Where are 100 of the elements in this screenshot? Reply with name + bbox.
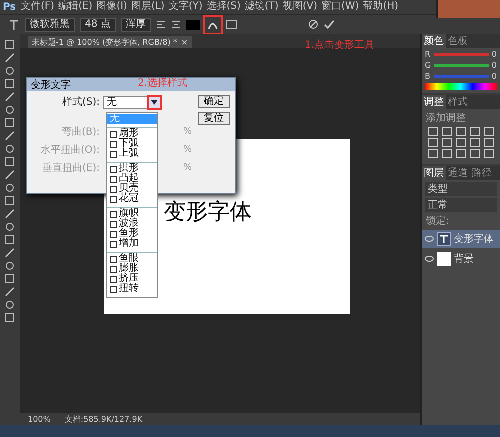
slider-label: 垂直扭曲(E): — [42, 162, 100, 175]
tool-icon[interactable] — [4, 40, 16, 50]
tool-icon[interactable] — [4, 313, 16, 323]
layer-row[interactable]: 变形字体 — [422, 230, 500, 248]
percent-label: % — [183, 163, 192, 173]
style-option[interactable]: 贝壳 — [107, 184, 157, 194]
annotation-text: 1.点击变形工具 — [305, 38, 375, 52]
panel-tab[interactable]: 色板 — [446, 34, 470, 48]
canvas-text: 变形字体 — [164, 200, 252, 225]
tool-icon[interactable] — [4, 66, 16, 76]
style-label: 样式(S): — [61, 96, 100, 109]
panel-icon[interactable] — [226, 20, 238, 30]
channel-label: B — [425, 72, 430, 81]
zoom-level: 100% — [28, 414, 51, 424]
tool-icon[interactable] — [4, 183, 16, 193]
text-tool-icon[interactable] — [8, 18, 20, 30]
style-option[interactable]: 下弧 — [107, 139, 157, 149]
menu-item[interactable]: 图层(L) — [131, 1, 165, 13]
tool-icon[interactable] — [4, 261, 16, 271]
panel-tab[interactable]: 样式 — [446, 95, 470, 109]
align-center-icon[interactable] — [170, 20, 181, 30]
eye-icon[interactable] — [425, 256, 434, 262]
tool-icon[interactable] — [4, 131, 16, 141]
channel-value: 0 — [492, 61, 497, 70]
lock-label: 锁定: — [425, 214, 450, 228]
panel-tab[interactable]: 颜色 — [422, 34, 446, 48]
menu-item[interactable]: 选择(S) — [206, 1, 241, 13]
style-option[interactable]: 增加 — [107, 239, 157, 249]
style-option[interactable]: 上弧 — [107, 149, 157, 159]
style-option[interactable]: 波浪 — [107, 219, 157, 229]
tool-icon[interactable] — [4, 287, 16, 297]
percent-label: % — [183, 145, 192, 155]
style-option[interactable]: 膨胀 — [107, 264, 157, 274]
tool-icon[interactable] — [4, 248, 16, 258]
document-tab[interactable]: 未标题-1 @ 100% (变形字体, RGB/8) * × — [28, 36, 192, 48]
menu-item[interactable]: 编辑(E) — [58, 1, 93, 13]
channel-value: 0 — [492, 72, 497, 81]
channel-slider[interactable] — [434, 53, 489, 56]
channel-label: R — [425, 50, 431, 59]
caret-icon[interactable] — [151, 100, 158, 104]
dialog-button[interactable]: 复位 — [198, 112, 230, 125]
style-option[interactable]: 凸起 — [107, 174, 157, 184]
style-option[interactable]: 挤压 — [107, 274, 157, 284]
style-option[interactable]: 鱼眼 — [107, 254, 157, 264]
slider-label: 弯曲(B): — [60, 126, 100, 139]
align-left-icon[interactable] — [156, 20, 166, 30]
panel-tab[interactable]: 调整 — [422, 95, 446, 109]
color-spectrum[interactable] — [425, 83, 497, 90]
text-layer-icon — [437, 232, 451, 246]
font-family-field[interactable]: 微软雅黑 — [25, 18, 75, 32]
eye-icon[interactable] — [425, 236, 434, 242]
tool-icon[interactable] — [4, 92, 16, 102]
tool-icon[interactable] — [4, 144, 16, 154]
adjustment-icons-drawing[interactable] — [427, 127, 497, 161]
tool-icon[interactable] — [4, 235, 16, 245]
style-option[interactable]: 扭转 — [107, 284, 157, 294]
layer-filter-field[interactable]: 类型 — [425, 182, 497, 196]
channel-value: 0 — [492, 50, 497, 59]
style-option[interactable]: 扇形 — [107, 129, 157, 139]
tool-icon[interactable] — [4, 222, 16, 232]
antialias-field[interactable]: 浑厚 — [120, 18, 151, 32]
menu-item[interactable]: 窗口(W) — [321, 1, 360, 13]
menu-item[interactable]: 文件(F) — [21, 1, 55, 13]
panel-tab[interactable]: 图层 — [422, 166, 446, 180]
menu-item[interactable]: 帮助(H) — [363, 1, 399, 13]
menu-item[interactable]: 文字(Y) — [168, 1, 203, 13]
color-swatch-icon[interactable] — [186, 20, 200, 30]
style-option[interactable]: 拱形 — [107, 164, 157, 174]
tool-icon[interactable] — [4, 300, 16, 310]
warp-text-button[interactable] — [204, 16, 221, 32]
channel-slider[interactable] — [434, 64, 489, 67]
channel-slider[interactable] — [434, 75, 489, 78]
panel-tab[interactable]: 路径 — [470, 166, 494, 180]
tool-icon[interactable] — [4, 118, 16, 128]
blend-mode-field[interactable]: 正常 — [425, 198, 497, 212]
document-size: 文档:585.9K/127.9K — [64, 414, 143, 424]
tool-icon[interactable] — [4, 79, 16, 89]
tool-icon[interactable] — [4, 105, 16, 115]
tool-icon[interactable] — [4, 157, 16, 167]
menu-item[interactable]: 视图(V) — [282, 1, 318, 13]
tool-icon[interactable] — [4, 274, 16, 284]
tool-icon[interactable] — [4, 170, 16, 180]
style-option[interactable]: 花冠 — [107, 194, 157, 204]
percent-label: % — [183, 127, 192, 137]
layer-row[interactable]: 背景 — [422, 250, 500, 268]
tool-icon[interactable] — [4, 196, 16, 206]
style-option[interactable]: 旗帜 — [107, 209, 157, 219]
panel-tab[interactable]: 通道 — [446, 166, 470, 180]
style-select[interactable]: 无 — [103, 96, 161, 108]
tool-icon[interactable] — [4, 53, 16, 63]
check-icon[interactable] — [324, 19, 335, 30]
dialog-button[interactable]: 确定 — [198, 95, 230, 108]
style-option[interactable]: 鱼形 — [107, 229, 157, 239]
cancel-icon[interactable] — [308, 19, 319, 30]
layer-thumbnail-icon — [437, 252, 451, 266]
font-size-field[interactable]: 48 点 — [80, 18, 116, 32]
menu-item[interactable]: 滤镜(T) — [244, 1, 279, 13]
channel-label: G — [425, 61, 432, 70]
tool-icon[interactable] — [4, 209, 16, 219]
menu-item[interactable]: 图像(I) — [96, 1, 128, 13]
